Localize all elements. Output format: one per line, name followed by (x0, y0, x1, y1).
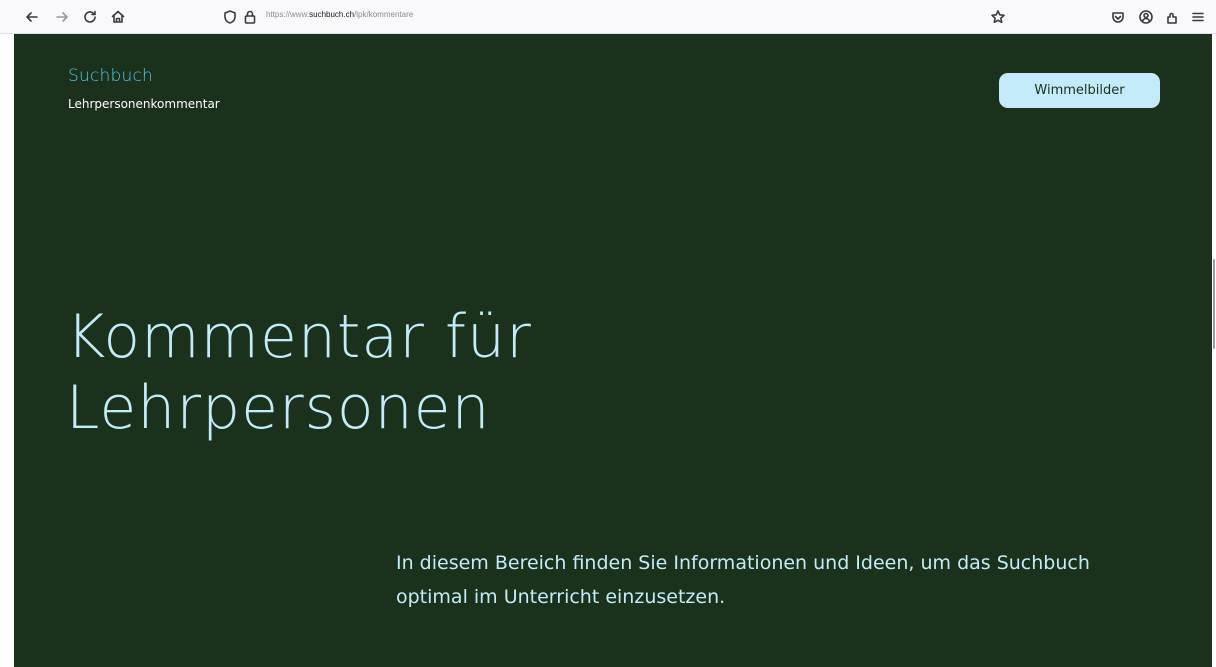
page-viewport: Suchbuch Lehrpersonenkommentar Wimmelbil… (14, 34, 1212, 667)
star-icon[interactable] (988, 7, 1008, 27)
page-title-line-2: Lehrpersonen (66, 373, 491, 443)
page-title-line-1: Kommentar für (66, 302, 532, 372)
account-icon[interactable] (1136, 7, 1156, 27)
page-title: Kommentar für Lehrpersonen (66, 302, 966, 444)
intro-text: In diesem Bereich finden Sie Information… (396, 552, 1090, 608)
url-text[interactable]: https://www.suchbuch.ch/lpk/kommentare (266, 10, 413, 19)
home-icon[interactable] (108, 7, 128, 27)
back-icon[interactable] (22, 7, 42, 27)
scrollbar[interactable] (1212, 34, 1216, 667)
site-subtitle: Lehrpersonenkommentar (68, 97, 220, 111)
scrollbar-thumb[interactable] (1213, 259, 1215, 349)
site-brand-link[interactable]: Suchbuch (68, 66, 153, 86)
pocket-icon[interactable] (1108, 7, 1128, 27)
hamburger-menu-icon[interactable] (1188, 7, 1208, 27)
browser-toolbar: https://www.suchbuch.ch/lpk/kommentare (0, 0, 1216, 34)
reload-icon[interactable] (80, 7, 100, 27)
wimmelbilder-button[interactable]: Wimmelbilder (999, 73, 1160, 108)
shield-icon[interactable] (220, 7, 240, 27)
url-bar[interactable]: https://www.suchbuch.ch/lpk/kommentare (212, 4, 1032, 30)
extensions-icon[interactable] (1162, 7, 1182, 27)
lock-icon[interactable] (240, 7, 260, 27)
forward-icon[interactable] (52, 7, 72, 27)
